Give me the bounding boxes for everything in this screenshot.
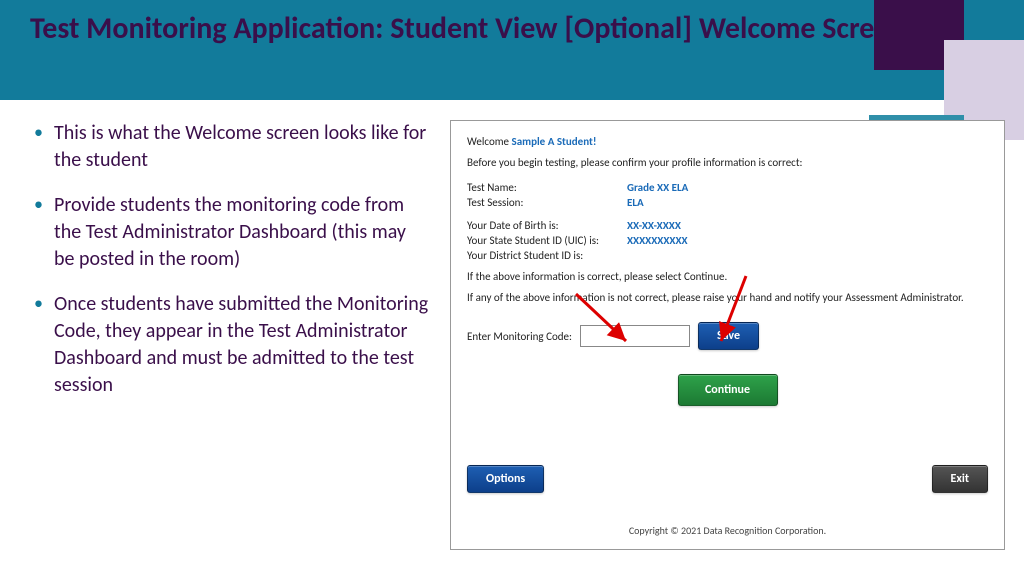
student-name: Sample A Student! <box>512 135 597 148</box>
exit-button[interactable]: Exit <box>932 465 988 493</box>
value-test-name: Grade XX ELA <box>627 181 688 194</box>
bullet-item: This is what the Welcome screen looks li… <box>30 120 430 174</box>
slide-header: Test Monitoring Application: Student Vie… <box>0 0 1024 100</box>
copyright-text: Copyright © 2021 Data Recognition Corpor… <box>451 524 1004 537</box>
monitoring-code-input[interactable] <box>580 325 690 347</box>
continue-row: Continue <box>467 374 988 406</box>
instruction-correct: If the above information is correct, ple… <box>467 270 988 283</box>
slide-title: Test Monitoring Application: Student Vie… <box>30 10 994 48</box>
value-test-session: ELA <box>627 196 644 209</box>
save-button[interactable]: Save <box>698 322 759 350</box>
bullet-item: Once students have submitted the Monitor… <box>30 291 430 399</box>
continue-button[interactable]: Continue <box>678 374 778 406</box>
welcome-line: Welcome Sample A Student! <box>467 135 988 148</box>
label-test-name: Test Name: <box>467 181 627 194</box>
row-test-name: Test Name: Grade XX ELA <box>467 181 988 194</box>
row-test-session: Test Session: ELA <box>467 196 988 209</box>
label-uic: Your State Student ID (UIC) is: <box>467 234 627 247</box>
slide-content: This is what the Welcome screen looks li… <box>0 100 1024 560</box>
options-button[interactable]: Options <box>467 465 544 493</box>
bullet-item: Provide students the monitoring code fro… <box>30 192 430 273</box>
monitoring-code-row: Enter Monitoring Code: Save <box>467 322 988 350</box>
monitoring-code-label: Enter Monitoring Code: <box>467 330 572 343</box>
instruction-incorrect: If any of the above information is not c… <box>467 291 988 304</box>
welcome-prefix: Welcome <box>467 135 512 148</box>
bullet-list: This is what the Welcome screen looks li… <box>30 120 430 550</box>
welcome-screen-frame: Welcome Sample A Student! Before you beg… <box>450 120 1005 550</box>
row-district-id: Your District Student ID is: <box>467 249 988 262</box>
label-district-id: Your District Student ID is: <box>467 249 627 262</box>
row-uic: Your State Student ID (UIC) is: XXXXXXXX… <box>467 234 988 247</box>
value-uic: XXXXXXXXXX <box>627 234 688 247</box>
bottom-button-row: Options Exit <box>467 465 988 493</box>
label-test-session: Test Session: <box>467 196 627 209</box>
label-dob: Your Date of Birth is: <box>467 219 627 232</box>
value-dob: XX-XX-XXXX <box>627 219 681 232</box>
row-dob: Your Date of Birth is: XX-XX-XXXX <box>467 219 988 232</box>
confirm-text: Before you begin testing, please confirm… <box>467 156 988 169</box>
